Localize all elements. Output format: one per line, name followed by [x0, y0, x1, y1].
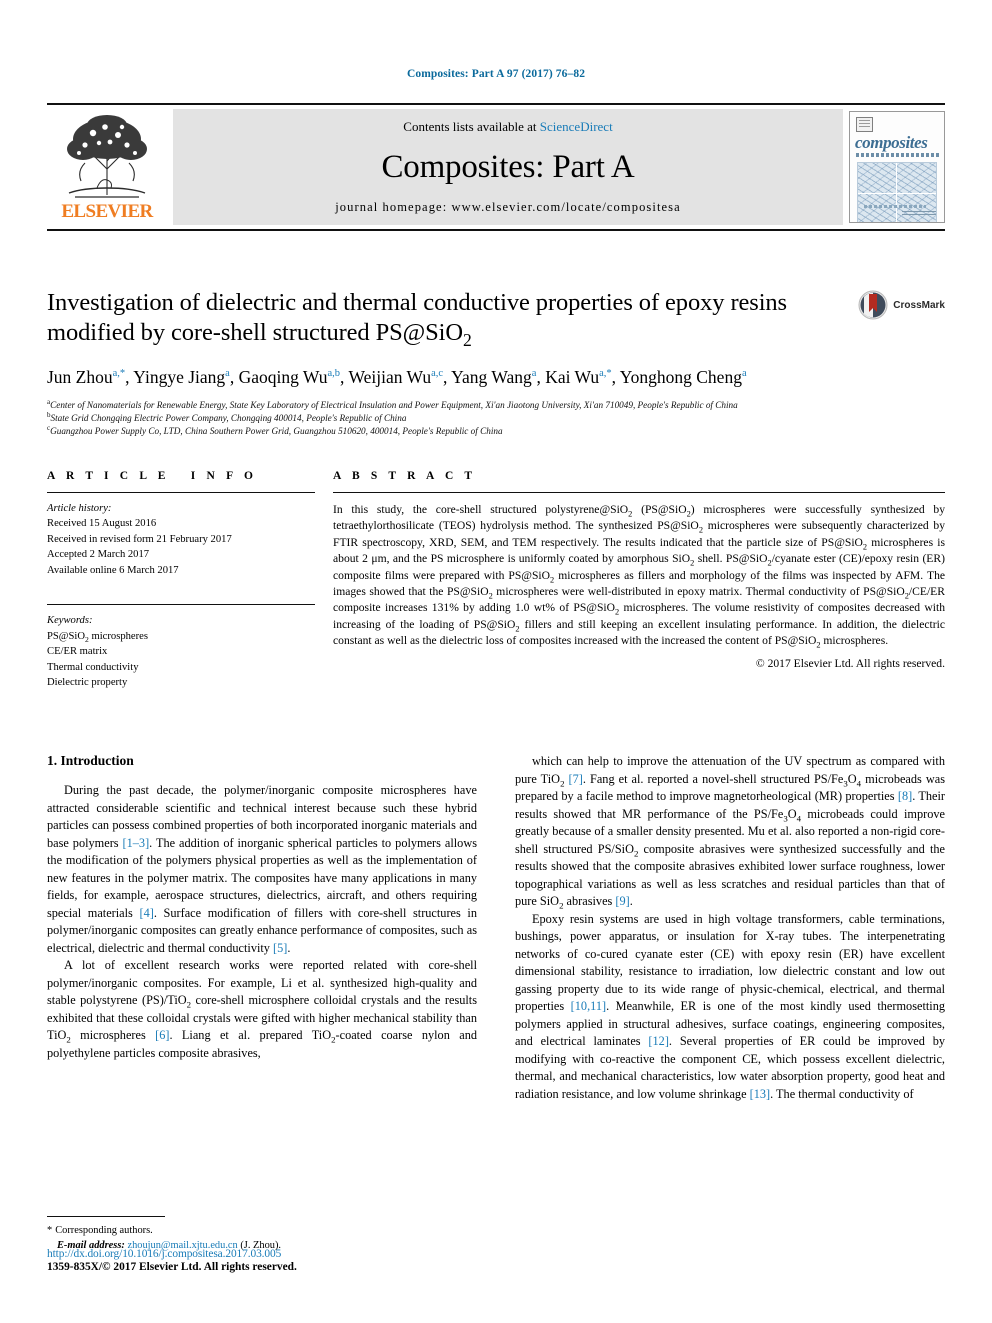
article-info-heading: A R T I C L E I N F O: [47, 470, 258, 482]
title-block: Investigation of dielectric and thermal …: [47, 288, 945, 438]
author-affiliation-mark: a: [225, 367, 230, 379]
body-paragraph: Epoxy resin systems are used in high vol…: [515, 911, 945, 1101]
cover-journal-title: composites: [855, 133, 928, 152]
right-column-paragraphs: which can help to improve the attenuatio…: [515, 753, 945, 1103]
sciencedirect-link[interactable]: ScienceDirect: [540, 119, 613, 134]
paper-title: Investigation of dielectric and thermal …: [47, 288, 817, 349]
keyword-item: CE/ER matrix: [47, 646, 108, 658]
article-body: 1. Introduction During the past decade, …: [47, 753, 945, 1253]
affiliation-item: bState Grid Chongqing Electric Power Com…: [47, 411, 945, 425]
left-column-paragraphs: During the past decade, the polymer/inor…: [47, 782, 477, 1062]
author-affiliation-mark: a: [741, 367, 747, 379]
article-history-items: Received 15 August 2016 Received in revis…: [47, 516, 315, 578]
article-history-item: Available online 6 March 2017: [47, 564, 179, 576]
affiliation-text: Guangzhou Power Supply Co, LTD, China So…: [50, 425, 503, 436]
keywords-label: Keywords:: [47, 615, 93, 627]
crossmark-icon: [858, 290, 888, 320]
keywords-group: Keywords: PS@SiO2 microspheres CE/ER matr…: [47, 605, 315, 690]
abstract-copyright: © 2017 Elsevier Ltd. All rights reserved…: [755, 656, 945, 670]
info-abstract-section: A R T I C L E I N F O Article history: R…: [47, 470, 945, 691]
cover-footer-bar-1: [864, 205, 926, 208]
affiliation-text: State Grid Chongqing Electric Power Comp…: [50, 412, 407, 423]
cover-artwork-divider: [858, 193, 936, 195]
article-history-item: Received 15 August 2016: [47, 518, 157, 530]
abstract-column: A B S T R A C T In this study, the core-…: [333, 470, 945, 691]
article-history-group: Article history: Received 15 August 2016…: [47, 493, 315, 578]
journal-title: Composites: Part A: [381, 149, 635, 185]
author-name: Yang Wang: [451, 366, 532, 387]
author-name: Yonghong Cheng: [619, 366, 742, 387]
author-list: Jun Zhoua,*, Yingye Jianga, Gaoqing Wua,…: [47, 366, 747, 387]
author-affiliation-mark: a,*: [112, 367, 126, 379]
journal-masthead: ELSEVIER Contents lists available at Sci…: [47, 103, 945, 231]
page-footer: http://dx.doi.org/10.1016/j.compositesa.…: [47, 1248, 547, 1273]
crossmark-label: CrossMark: [893, 299, 945, 311]
footnote-corresponding-authors: * Corresponding authors.: [47, 1224, 153, 1236]
affiliation-item: aCenter of Nanomaterials for Renewable E…: [47, 398, 945, 412]
cover-footer-bar-2: [902, 211, 936, 217]
article-page: Composites: Part A 97 (2017) 76–82 ELSEV…: [0, 0, 992, 1323]
abstract-text: In this study, the core-shell structured…: [333, 503, 946, 650]
author-name: Jun Zhou: [47, 366, 113, 387]
author-name: Yingye Jiang: [133, 366, 226, 387]
affiliation-text: Center of Nanomaterials for Renewable En…: [50, 399, 738, 410]
running-head: Composites: Part A 97 (2017) 76–82: [406, 68, 586, 80]
article-history-item: Accepted 2 March 2017: [47, 549, 150, 561]
author-affiliation-mark: a,c: [431, 367, 444, 379]
crossmark-badge[interactable]: CrossMark: [858, 290, 945, 320]
paper-title-subscript: 2: [462, 330, 472, 351]
article-history-item: Received in revised form 21 February 201…: [47, 533, 232, 545]
article-info-column: A R T I C L E I N F O Article history: R…: [47, 470, 315, 691]
cover-subtitle-bar: [856, 153, 940, 157]
keyword-item: PS@SiO2 microspheres: [47, 630, 148, 644]
journal-homepage-link[interactable]: journal homepage: www.elsevier.com/locat…: [335, 200, 681, 215]
paper-title-line-1: Investigation of dielectric and thermal …: [47, 289, 725, 316]
affiliation-list: aCenter of Nanomaterials for Renewable E…: [47, 398, 945, 438]
affiliation-item: cGuangzhou Power Supply Co, LTD, China S…: [47, 424, 945, 438]
abstract-heading: A B S T R A C T: [333, 470, 477, 482]
author-name: Kai Wu: [545, 366, 600, 387]
body-column-right: which can help to improve the attenuatio…: [515, 753, 945, 1253]
body-paragraph: During the past decade, the polymer/inor…: [47, 783, 477, 955]
author-name: Gaoqing Wu: [238, 366, 328, 387]
author-name: Weijian Wu: [348, 366, 432, 387]
article-history-label: Article history:: [47, 503, 112, 514]
masthead-center: Contents lists available at ScienceDirec…: [173, 109, 843, 225]
keyword-item: Dielectric property: [47, 677, 128, 689]
cover-elsevier-logo-icon: [856, 117, 873, 132]
body-column-left: 1. Introduction During the past decade, …: [47, 753, 477, 1253]
elsevier-wordmark: ELSEVIER: [61, 201, 153, 222]
section-heading-introduction: 1. Introduction: [47, 753, 134, 768]
footnote-rule: [47, 1215, 165, 1217]
issn-copyright-line: 1359-835X/© 2017 Elsevier Ltd. All right…: [47, 1261, 297, 1273]
doi-link[interactable]: http://dx.doi.org/10.1016/j.compositesa.…: [47, 1248, 547, 1260]
author-affiliation-mark: a: [531, 367, 537, 379]
body-paragraph: which can help to improve the attenuatio…: [515, 754, 946, 911]
journal-cover-thumbnail: composites: [849, 111, 945, 223]
elsevier-tree-icon: [55, 109, 159, 201]
keyword-items: PS@SiO2 microspheres CE/ER matrix Thermal …: [47, 629, 315, 691]
contents-prefix: Contents lists available at: [403, 119, 540, 134]
elsevier-logo: ELSEVIER: [47, 105, 167, 229]
body-paragraph: A lot of excellent research works were r…: [47, 958, 477, 1060]
keyword-item: Thermal conductivity: [47, 661, 139, 673]
author-affiliation-mark: a,b: [327, 367, 341, 379]
contents-available-line: Contents lists available at ScienceDirec…: [403, 119, 612, 135]
author-affiliation-mark: a,*: [599, 367, 612, 379]
asterisk-icon: *: [47, 1224, 53, 1236]
